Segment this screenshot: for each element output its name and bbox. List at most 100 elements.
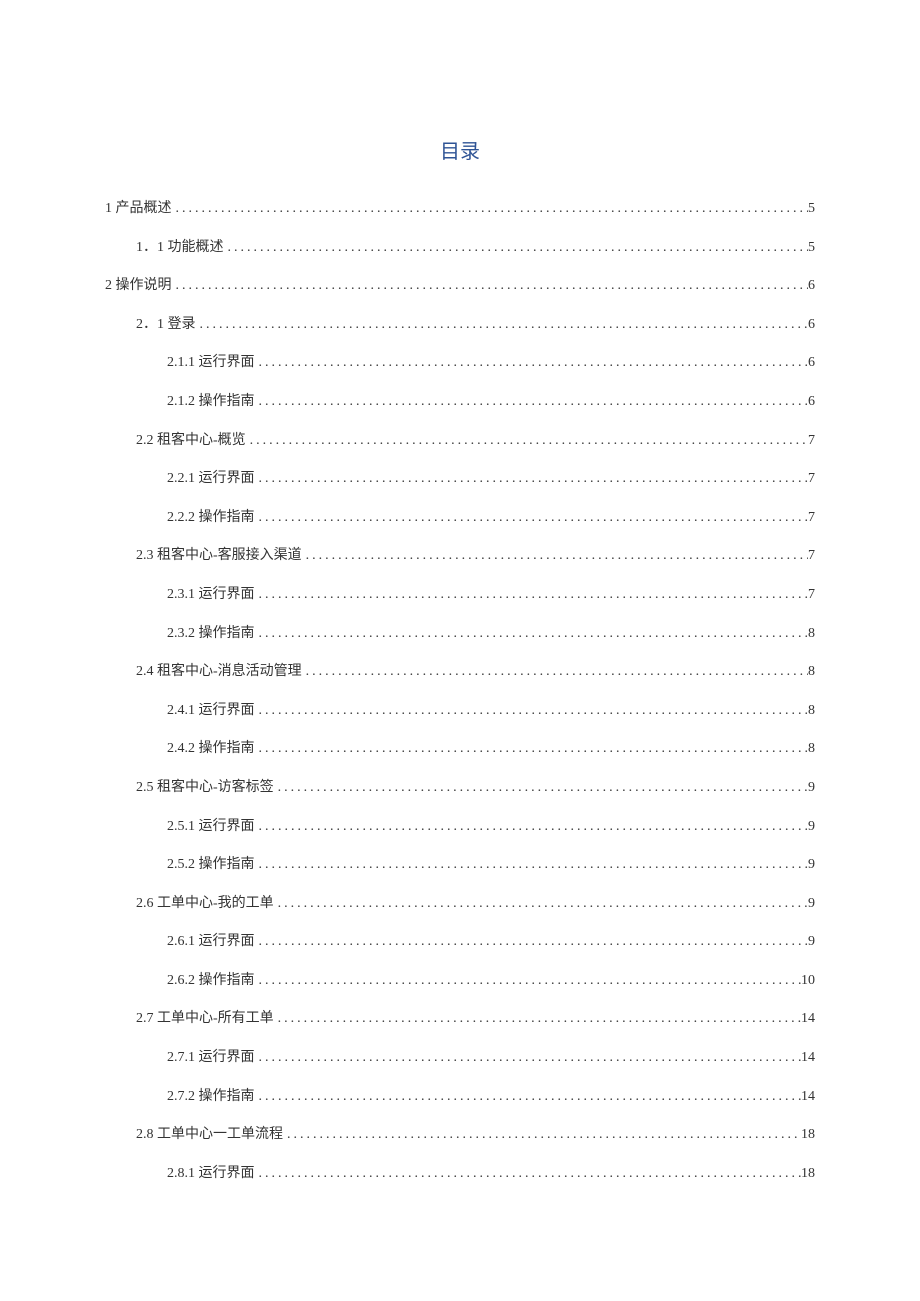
toc-entry[interactable]: 2.2.1 运行界面 7 (105, 469, 815, 489)
toc-entry-page: 8 (808, 662, 815, 682)
toc-entry-page: 7 (808, 585, 815, 605)
toc-entry[interactable]: 2.8.1 运行界面 18 (105, 1164, 815, 1184)
toc-entry-dots (172, 276, 809, 296)
toc-entry-label: 2.6.2 操作指南 (167, 971, 255, 991)
toc-entry-label: 2.6.1 运行界面 (167, 932, 255, 952)
toc-entry-label: 2.5.2 操作指南 (167, 855, 255, 875)
toc-entry[interactable]: 2.3 租客中心-客服接入渠道 7 (105, 546, 815, 566)
toc-entry-dots (255, 971, 802, 991)
toc-entry-label: 2.3.1 运行界面 (167, 585, 255, 605)
toc-entry-page: 7 (808, 469, 815, 489)
toc-entry-label: 2.5.1 运行界面 (167, 817, 255, 837)
toc-entry-label: 2.3.2 操作指南 (167, 624, 255, 644)
toc-entry-label: 2.4.1 运行界面 (167, 701, 255, 721)
toc-entry-page: 14 (801, 1009, 815, 1029)
toc-entry-label: 2.2.1 运行界面 (167, 469, 255, 489)
toc-entry-dots (255, 1048, 802, 1068)
toc-entry-page: 5 (808, 199, 815, 219)
toc-entry[interactable]: 2.5 租客中心-访客标签 9 (105, 778, 815, 798)
toc-entry-dots (274, 778, 808, 798)
toc-entry-dots (196, 315, 809, 335)
toc-entry[interactable]: 2.7.1 运行界面 14 (105, 1048, 815, 1068)
toc-entry-dots (255, 624, 809, 644)
toc-entry[interactable]: 2.6 工单中心-我的工单9 (105, 894, 815, 914)
toc-entry-label: 2.8.1 运行界面 (167, 1164, 255, 1184)
toc-entry-page: 5 (808, 238, 815, 258)
toc-entry-label: 2.4 租客中心-消息活动管理 (136, 662, 302, 682)
toc-entry-label: 2.1.1 运行界面 (167, 353, 255, 373)
toc-entry-dots (255, 392, 809, 412)
toc-entry[interactable]: 1．1 功能概述 5 (105, 238, 815, 258)
toc-entry-label: 2．1 登录 (136, 315, 196, 335)
toc-entry-page: 6 (808, 276, 815, 296)
toc-entry[interactable]: 2.2.2 操作指南7 (105, 508, 815, 528)
toc-entry-dots (255, 469, 809, 489)
toc-entry-label: 2.6 工单中心-我的工单 (136, 894, 274, 914)
toc-entry-label: 2.7.1 运行界面 (167, 1048, 255, 1068)
toc-title: 目录 (105, 135, 815, 164)
toc-entry-dots (302, 546, 808, 566)
toc-entry-page: 9 (808, 778, 815, 798)
toc-entry-label: 2.2 租客中心-概览 (136, 431, 246, 451)
toc-entry[interactable]: 2.6.1 运行界面 9 (105, 932, 815, 952)
toc-entry-page: 14 (801, 1087, 815, 1107)
toc-entry-dots (274, 894, 808, 914)
toc-entry-dots (255, 585, 809, 605)
toc-entry-label: 2 操作说明 (105, 276, 172, 296)
toc-entry-dots (246, 431, 808, 451)
toc-entry-label: 1．1 功能概述 (136, 238, 224, 258)
toc-entry-label: 2.2.2 操作指南 (167, 508, 255, 528)
toc-entry[interactable]: 2.1.1 运行界面 6 (105, 353, 815, 373)
toc-entry-dots (255, 817, 809, 837)
toc-entry[interactable]: 2.1.2 操作指南 6 (105, 392, 815, 412)
toc-entry-dots (172, 199, 809, 219)
toc-entry[interactable]: 2.3.2 操作指南 8 (105, 624, 815, 644)
toc-entry-dots (255, 1164, 802, 1184)
toc-entry-page: 6 (808, 392, 815, 412)
toc-entry[interactable]: 2.2 租客中心-概览 7 (105, 431, 815, 451)
toc-entry[interactable]: 1 产品概述 5 (105, 199, 815, 219)
toc-entry-dots (283, 1125, 801, 1145)
toc-entry-label: 2.4.2 操作指南 (167, 739, 255, 759)
toc-entry-page: 9 (808, 817, 815, 837)
toc-entry[interactable]: 2.5.1 运行界面 9 (105, 817, 815, 837)
toc-entry-page: 7 (808, 546, 815, 566)
toc-entry-page: 7 (808, 431, 815, 451)
toc-entry-label: 2.8 工单中心一工单流程 (136, 1125, 283, 1145)
toc-entry[interactable]: 2.7.2 操作指南 14 (105, 1087, 815, 1107)
page-container: 目录 1 产品概述51．1 功能概述52 操作说明62．1 登录62.1.1 运… (0, 0, 920, 1183)
toc-entry-label: 2.3 租客中心-客服接入渠道 (136, 546, 302, 566)
toc-entry-dots (274, 1009, 801, 1029)
toc-entry-label: 2.7 工单中心-所有工单 (136, 1009, 274, 1029)
toc-entry-label: 2.7.2 操作指南 (167, 1087, 255, 1107)
toc-entry[interactable]: 2.7 工单中心-所有工单 14 (105, 1009, 815, 1029)
toc-entry-label: 1 产品概述 (105, 199, 172, 219)
toc-entry-page: 18 (801, 1125, 815, 1145)
toc-entry[interactable]: 2.4.1 运行界面 8 (105, 701, 815, 721)
toc-entry-label: 2.1.2 操作指南 (167, 392, 255, 412)
toc-entry-dots (255, 701, 809, 721)
toc-entry-page: 8 (808, 624, 815, 644)
toc-entry-dots (302, 662, 808, 682)
toc-entry[interactable]: 2 操作说明 6 (105, 276, 815, 296)
toc-list: 1 产品概述51．1 功能概述52 操作说明62．1 登录62.1.1 运行界面… (105, 199, 815, 1183)
toc-entry[interactable]: 2.6.2 操作指南 10 (105, 971, 815, 991)
toc-entry[interactable]: 2.4 租客中心-消息活动管理 8 (105, 662, 815, 682)
toc-entry[interactable]: 2．1 登录 6 (105, 315, 815, 335)
toc-entry-page: 8 (808, 701, 815, 721)
toc-entry[interactable]: 2.8 工单中心一工单流程 18 (105, 1125, 815, 1145)
toc-entry-page: 14 (801, 1048, 815, 1068)
toc-entry-page: 6 (808, 315, 815, 335)
toc-entry-dots (255, 855, 809, 875)
toc-entry-dots (255, 932, 809, 952)
toc-entry-page: 10 (801, 971, 815, 991)
toc-entry-label: 2.5 租客中心-访客标签 (136, 778, 274, 798)
toc-entry[interactable]: 2.4.2 操作指南8 (105, 739, 815, 759)
toc-entry-page: 9 (808, 932, 815, 952)
toc-entry-dots (255, 353, 809, 373)
toc-entry-page: 18 (801, 1164, 815, 1184)
toc-entry-page: 6 (808, 353, 815, 373)
toc-entry[interactable]: 2.3.1 运行界面 7 (105, 585, 815, 605)
toc-entry[interactable]: 2.5.2 操作指南9 (105, 855, 815, 875)
toc-entry-dots (255, 1087, 802, 1107)
